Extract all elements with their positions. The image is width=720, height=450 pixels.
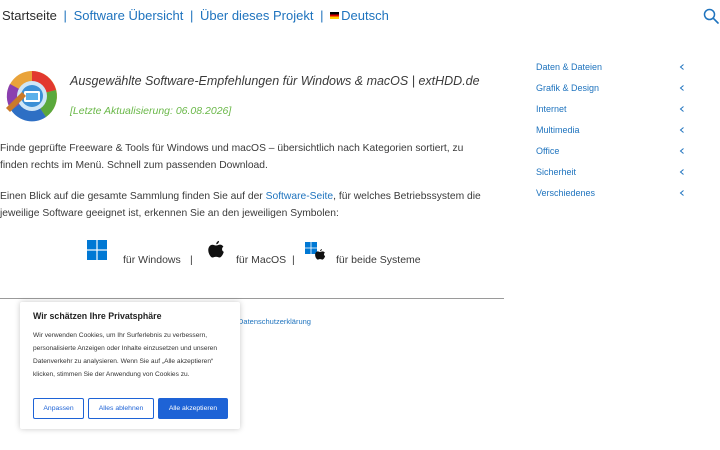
- windows-icon: [87, 240, 107, 260]
- flag-de-icon: [330, 12, 340, 19]
- last-update-note: [Letzte Aktualisierung: 06.08.2026]: [70, 105, 232, 117]
- sidebar-item-label: Internet: [536, 103, 567, 114]
- cookie-button-group: Anpassen Alles ablehnen Alle akzeptieren: [33, 398, 228, 419]
- sidebar-item-daten-dateien[interactable]: Daten & Dateien: [536, 56, 686, 77]
- os-both-label: für beide Systeme: [336, 254, 421, 266]
- sidebar-item-label: Grafik & Design: [536, 82, 600, 93]
- content-divider: [0, 298, 504, 299]
- chevron-left-icon: [679, 147, 684, 154]
- sidebar-item-label: Multimedia: [536, 124, 580, 135]
- accept-all-cookies-button[interactable]: Alle akzeptieren: [158, 398, 228, 419]
- sidebar-item-label: Daten & Dateien: [536, 61, 603, 72]
- chevron-left-icon: [679, 168, 684, 175]
- cookie-consent-banner: Wir schätzen Ihre Privatsphäre Wir verwe…: [20, 302, 240, 429]
- cookie-banner-title: Wir schätzen Ihre Privatsphäre: [33, 311, 162, 321]
- sidebar-item-grafik-design[interactable]: Grafik & Design: [536, 77, 686, 98]
- sidebar-item-label: Verschiedenes: [536, 187, 596, 198]
- cookie-banner-text: Wir verwenden Cookies, um Ihr Surferlebn…: [33, 332, 218, 378]
- os-mac-label: für MacOS: [236, 254, 287, 266]
- sidebar-item-sicherheit[interactable]: Sicherheit: [536, 161, 686, 182]
- sidebar-item-label: Sicherheit: [536, 166, 577, 177]
- os-separator: |: [190, 254, 193, 266]
- chevron-left-icon: [679, 189, 684, 196]
- sidebar-item-label: Office: [536, 145, 560, 156]
- customize-cookies-button[interactable]: Anpassen: [33, 398, 84, 419]
- sidebar-item-internet[interactable]: Internet: [536, 98, 686, 119]
- nav-software-overview[interactable]: Software Übersicht: [74, 8, 184, 23]
- intro-paragraph: Finde geprüfte Freeware & Tools für Wind…: [0, 143, 464, 171]
- page-title: Ausgewählte Software-Empfehlungen für Wi…: [70, 74, 480, 88]
- sidebar-item-verschiedenes[interactable]: Verschiedenes: [536, 182, 686, 203]
- paragraph-text: Einen Blick auf die gesamte Sammlung fin…: [0, 191, 266, 202]
- nav-separator: |: [190, 8, 194, 23]
- chevron-left-icon: [679, 105, 684, 112]
- chevron-left-icon: [679, 63, 684, 70]
- nav-home[interactable]: Startseite: [2, 8, 57, 23]
- nav-separator: |: [63, 8, 67, 23]
- os-separator: |: [292, 254, 295, 266]
- nav-about-project[interactable]: Über dieses Projekt: [200, 8, 313, 23]
- software-page-link[interactable]: Software-Seite: [266, 191, 334, 202]
- category-sidebar: Daten & Dateien Grafik & Design Internet…: [536, 56, 686, 203]
- search-icon[interactable]: [703, 8, 719, 24]
- sidebar-item-multimedia[interactable]: Multimedia: [536, 119, 686, 140]
- chevron-left-icon: [679, 84, 684, 91]
- sidebar-item-office[interactable]: Office: [536, 140, 686, 161]
- collection-paragraph: Einen Blick auf die gesamte Sammlung fin…: [0, 189, 490, 222]
- reject-all-cookies-button[interactable]: Alles ablehnen: [88, 398, 154, 419]
- apple-icon: [208, 240, 224, 258]
- top-navigation: Startseite | Software Übersicht | Über d…: [2, 8, 389, 23]
- nav-language-label: Deutsch: [341, 8, 389, 23]
- privacy-policy-link[interactable]: Datenschutzerklärung: [238, 317, 311, 326]
- chevron-left-icon: [679, 126, 684, 133]
- os-windows-label: für Windows: [123, 254, 181, 266]
- app-logo-icon: [2, 64, 62, 126]
- nav-language-switch[interactable]: Deutsch: [330, 8, 389, 23]
- windows-apple-icon: [305, 242, 326, 260]
- nav-separator: |: [320, 8, 324, 23]
